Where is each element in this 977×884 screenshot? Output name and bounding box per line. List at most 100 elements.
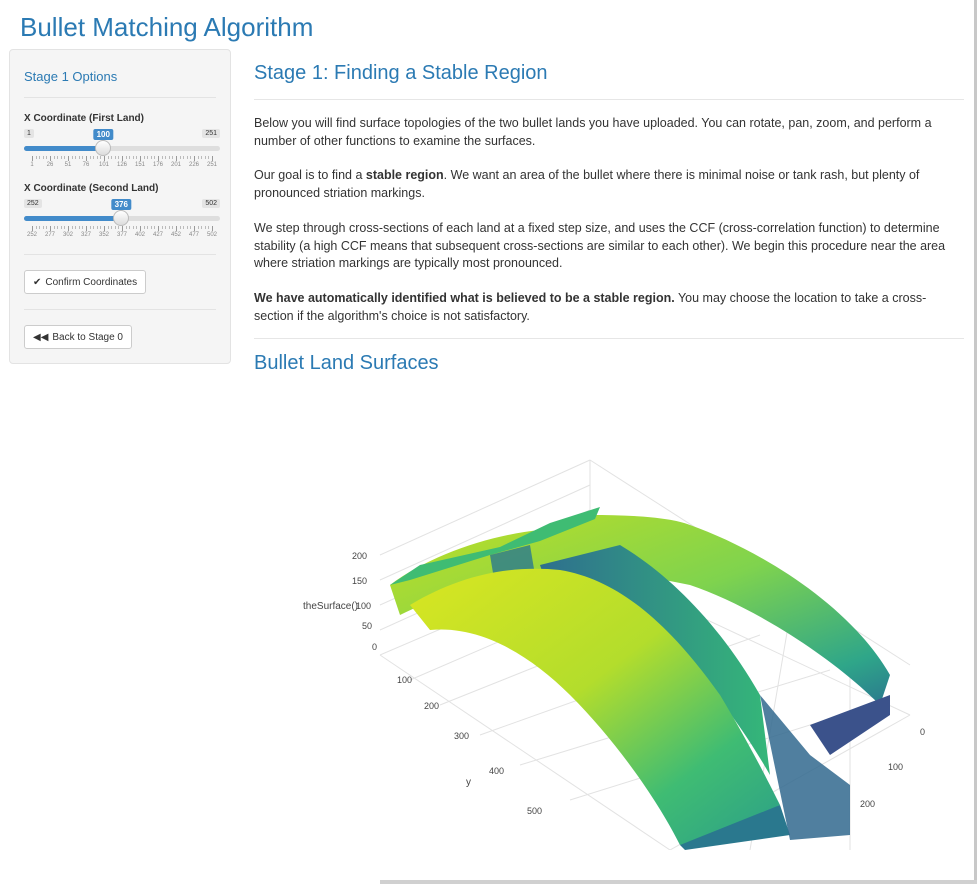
slider-tick [46, 226, 48, 229]
slider-tick [158, 156, 159, 161]
slider-tick [208, 226, 210, 229]
slider-tick [183, 156, 185, 159]
slider2-ticks [24, 226, 220, 231]
z-tick: 200 [352, 551, 367, 561]
slider-tick [57, 226, 59, 229]
horizontal-scrollbar[interactable] [380, 880, 977, 884]
slider-tick [104, 156, 105, 161]
slider-tick [114, 226, 116, 229]
paragraph-divider [254, 338, 964, 339]
slider1-label: X Coordinate (First Land) [24, 113, 144, 124]
slider-tick-label: 26 [46, 162, 54, 168]
slider-tick-label: 1 [30, 162, 34, 168]
slider-tick [161, 226, 163, 229]
slider-tick [39, 226, 41, 229]
slider2-handle[interactable] [113, 210, 130, 226]
slider-tick [172, 156, 174, 159]
slider-tick [75, 226, 77, 229]
slider-tick [147, 156, 149, 159]
slider-tick [64, 226, 66, 229]
slider-tick [179, 156, 181, 159]
slider-tick [111, 156, 113, 159]
surfaces-heading: Bullet Land Surfaces [254, 352, 439, 374]
slider-tick [122, 156, 123, 161]
slider-tick [129, 226, 131, 229]
slider-tick [161, 156, 163, 159]
slider-tick [150, 226, 152, 229]
heading-divider [254, 99, 964, 100]
z-axis-title: theSurface() [303, 601, 358, 612]
slider-tick-label: 352 [98, 232, 110, 238]
slider-tick [60, 226, 62, 229]
slider-tick [53, 156, 55, 159]
slider-tick [71, 156, 73, 159]
first-land-slider[interactable]: 1 251 100 1 26 51 76 101 126 151 176 201 226 251 [24, 129, 220, 169]
z-tick: 100 [356, 601, 371, 611]
slider-tick [150, 156, 152, 159]
slider1-ticks [24, 156, 220, 161]
slider-tick-label: 226 [188, 162, 200, 168]
slider-tick [96, 156, 98, 159]
slider-tick [107, 226, 109, 229]
slider-tick [118, 226, 120, 229]
slider-tick-label: 151 [134, 162, 146, 168]
slider-tick [176, 226, 177, 231]
y-axis: 100 200 300 400 500 y [397, 675, 542, 816]
slider-tick [197, 156, 199, 159]
sidebar-panel: Stage 1 Options X Coordinate (First Land… [9, 49, 231, 364]
slider-tick-label: 176 [152, 162, 164, 168]
slider-tick-label: 452 [170, 232, 182, 238]
slider-tick-label: 502 [206, 232, 218, 238]
second-land-slider[interactable]: 252 502 376 252 277 302 327 352 377 402 427 452 4… [24, 199, 220, 239]
slider1-max: 251 [202, 129, 220, 138]
goal-bold: stable region [365, 168, 444, 182]
slider1-min: 1 [24, 129, 34, 138]
slider-tick [122, 226, 123, 231]
slider1-handle[interactable] [95, 140, 112, 156]
slider-tick [75, 156, 77, 159]
slider-tick [82, 156, 84, 159]
x-axis: 0 100 200 [860, 727, 925, 809]
slider-tick [154, 156, 156, 159]
slider-tick [71, 226, 73, 229]
slider-tick-label: 377 [116, 232, 128, 238]
slider-tick [93, 226, 95, 229]
slider-tick [176, 156, 177, 161]
slider2-min: 252 [24, 199, 42, 208]
slider-tick-label: 477 [188, 232, 200, 238]
goal-text: Our goal is to find a [254, 168, 366, 182]
slider-tick-label: 402 [134, 232, 146, 238]
slider-tick [93, 156, 95, 159]
slider-tick-label: 101 [98, 162, 110, 168]
slider-tick [168, 156, 170, 159]
slider-tick [186, 226, 188, 229]
slider-tick [158, 226, 159, 231]
slider-tick [60, 156, 62, 159]
surface-3d-plot[interactable]: 200 150 100 50 0 theSurface() 100 200 30… [290, 455, 970, 850]
slider-tick [212, 226, 213, 231]
x-tick: 0 [920, 727, 925, 737]
back-to-stage0-button[interactable]: ◀◀ Back to Stage 0 [24, 325, 132, 349]
confirm-coordinates-button[interactable]: ✔ Confirm Coordinates [24, 270, 147, 294]
y-tick: 500 [527, 806, 542, 816]
slider-tick [35, 226, 37, 229]
slider-tick [201, 156, 203, 159]
slider2-value: 376 [111, 199, 131, 210]
result-paragraph: We have automatically identified what is… [254, 290, 960, 325]
slider-tick [39, 156, 41, 159]
slider-tick [194, 226, 195, 231]
goal-paragraph: Our goal is to find a stable region. We … [254, 167, 960, 202]
y-tick: 200 [424, 701, 439, 711]
slider-tick [165, 156, 167, 159]
slider-tick [140, 226, 141, 231]
slider-tick [89, 226, 91, 229]
back-label: Back to Stage 0 [52, 331, 123, 343]
slider-tick [140, 156, 141, 161]
slider-tick [68, 226, 69, 231]
slider-tick [190, 226, 192, 229]
slider-tick [107, 156, 109, 159]
slider-tick [143, 226, 145, 229]
y-tick: 100 [397, 675, 412, 685]
x-tick: 200 [860, 799, 875, 809]
slider-tick [68, 156, 69, 161]
